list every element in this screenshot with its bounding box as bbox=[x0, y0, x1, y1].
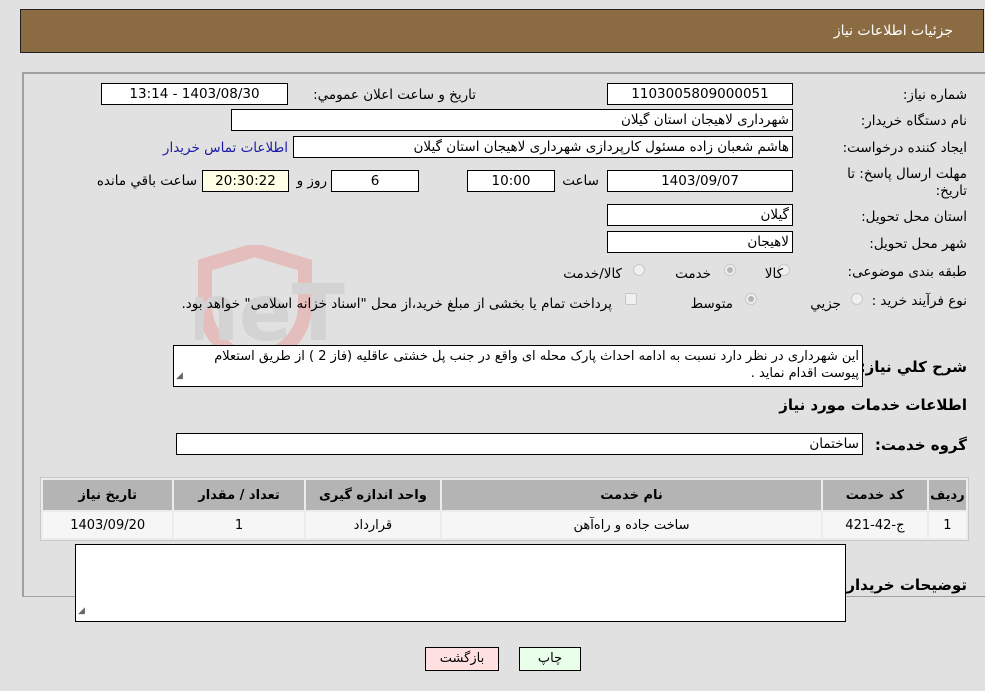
need-number-label: شماره نیاز: bbox=[902, 87, 967, 103]
deadline-date-field[interactable]: 1403/09/07 bbox=[607, 170, 793, 192]
page-header: جزئیات اطلاعات نیاز bbox=[20, 9, 984, 53]
purchase-radio-medium[interactable] bbox=[745, 293, 757, 305]
services-section-title: اطلاعات خدمات مورد نياز bbox=[779, 396, 967, 414]
resize-grip-icon[interactable]: ◢ bbox=[78, 603, 85, 620]
announce-datetime-field[interactable]: 1403/08/30 - 13:14 bbox=[101, 83, 288, 105]
table-row: 1 ج-42-421 ساخت جاده و راه‌آهن قرارداد 1… bbox=[43, 512, 966, 538]
buyer-notes-label: توضیحات خریدار: bbox=[840, 576, 967, 594]
col-unit-header: واحد اندازه گيری bbox=[305, 480, 441, 510]
description-text: این شهرداری در نظر دارد نسبت به ادامه اح… bbox=[214, 349, 859, 381]
col-name-header: نام خدمت bbox=[442, 480, 821, 510]
description-textarea[interactable]: این شهرداری در نظر دارد نسبت به ادامه اح… bbox=[173, 345, 863, 387]
time-remaining-field: 20:30:22 bbox=[202, 170, 289, 192]
city-field[interactable]: لاهیجان bbox=[607, 231, 793, 253]
time-remaining-label: ساعت باقي مانده bbox=[96, 173, 197, 189]
category-option-goods-service: کالا/خدمت bbox=[563, 266, 622, 282]
cell-row-number: 1 bbox=[928, 512, 966, 538]
category-radio-goods-service[interactable] bbox=[633, 264, 645, 276]
cell-need-date: 1403/09/20 bbox=[43, 512, 173, 538]
service-group-label: گروه خدمت: bbox=[874, 436, 967, 454]
print-button[interactable]: چاپ bbox=[519, 647, 581, 671]
days-label: روز و bbox=[296, 173, 327, 189]
deadline-time-label: ساعت bbox=[562, 173, 599, 189]
deadline-label-line1: مهلت ارسال پاسخ: تا bbox=[847, 166, 967, 182]
category-option-goods: کالا bbox=[764, 266, 783, 282]
page-title: جزئیات اطلاعات نیاز bbox=[833, 23, 953, 39]
buyer-notes-textarea[interactable]: ◢ bbox=[75, 544, 846, 622]
resize-grip-icon[interactable]: ◢ bbox=[176, 368, 183, 385]
requester-label: ایجاد کننده درخواست: bbox=[842, 140, 967, 156]
cell-quantity: 1 bbox=[174, 512, 304, 538]
buyer-contact-link[interactable]: اطلاعات تماس خريدار bbox=[163, 140, 288, 156]
category-label: طبقه بندی موضوعی: bbox=[847, 264, 967, 280]
deadline-label-line2: تاریخ: bbox=[935, 183, 967, 199]
announce-datetime-label: تاریخ و ساعت اعلان عمومي: bbox=[313, 87, 476, 103]
category-option-service: خدمت bbox=[675, 266, 711, 282]
cell-service-code: ج-42-421 bbox=[822, 512, 927, 538]
treasury-note: پرداخت تمام یا بخشی از مبلغ خرید،از محل … bbox=[181, 296, 612, 312]
requester-field[interactable]: هاشم شعبان زاده مسئول کارپردازی شهرداری … bbox=[293, 136, 793, 158]
services-table: رديف کد خدمت نام خدمت واحد اندازه گيری ت… bbox=[40, 477, 969, 541]
cell-unit: قرارداد bbox=[305, 512, 441, 538]
col-code-header: کد خدمت bbox=[822, 480, 927, 510]
need-number-field[interactable]: 1103005809000051 bbox=[607, 83, 793, 105]
purchase-type-label: نوع فرآیند خرید : bbox=[871, 293, 967, 309]
buyer-org-label: نام دستگاه خريدار: bbox=[860, 113, 967, 129]
province-label: استان محل تحویل: bbox=[861, 209, 967, 225]
purchase-radio-minor[interactable] bbox=[851, 293, 863, 305]
days-remaining-field[interactable]: 6 bbox=[331, 170, 419, 192]
col-qty-header: تعداد / مقدار bbox=[174, 480, 304, 510]
cell-service-name: ساخت جاده و راه‌آهن bbox=[442, 512, 821, 538]
buyer-org-field[interactable]: شهرداری لاهیجان استان گیلان bbox=[231, 109, 793, 131]
city-label: شهر محل تحویل: bbox=[869, 236, 967, 252]
treasury-checkbox[interactable] bbox=[625, 293, 637, 305]
deadline-time-field[interactable]: 10:00 bbox=[467, 170, 555, 192]
category-radio-service[interactable] bbox=[724, 264, 736, 276]
purchase-option-medium: متوسط bbox=[690, 296, 733, 312]
col-row-header: رديف bbox=[928, 480, 966, 510]
province-field[interactable]: گیلان bbox=[607, 204, 793, 226]
description-label: شرح کلي نياز: bbox=[859, 358, 967, 376]
col-date-header: تاریخ نیاز bbox=[43, 480, 173, 510]
service-group-field[interactable]: ساختمان bbox=[176, 433, 863, 455]
purchase-option-minor: جزيي bbox=[810, 296, 841, 312]
back-button[interactable]: بازگشت bbox=[425, 647, 499, 671]
table-header-row: رديف کد خدمت نام خدمت واحد اندازه گيری ت… bbox=[43, 480, 966, 510]
